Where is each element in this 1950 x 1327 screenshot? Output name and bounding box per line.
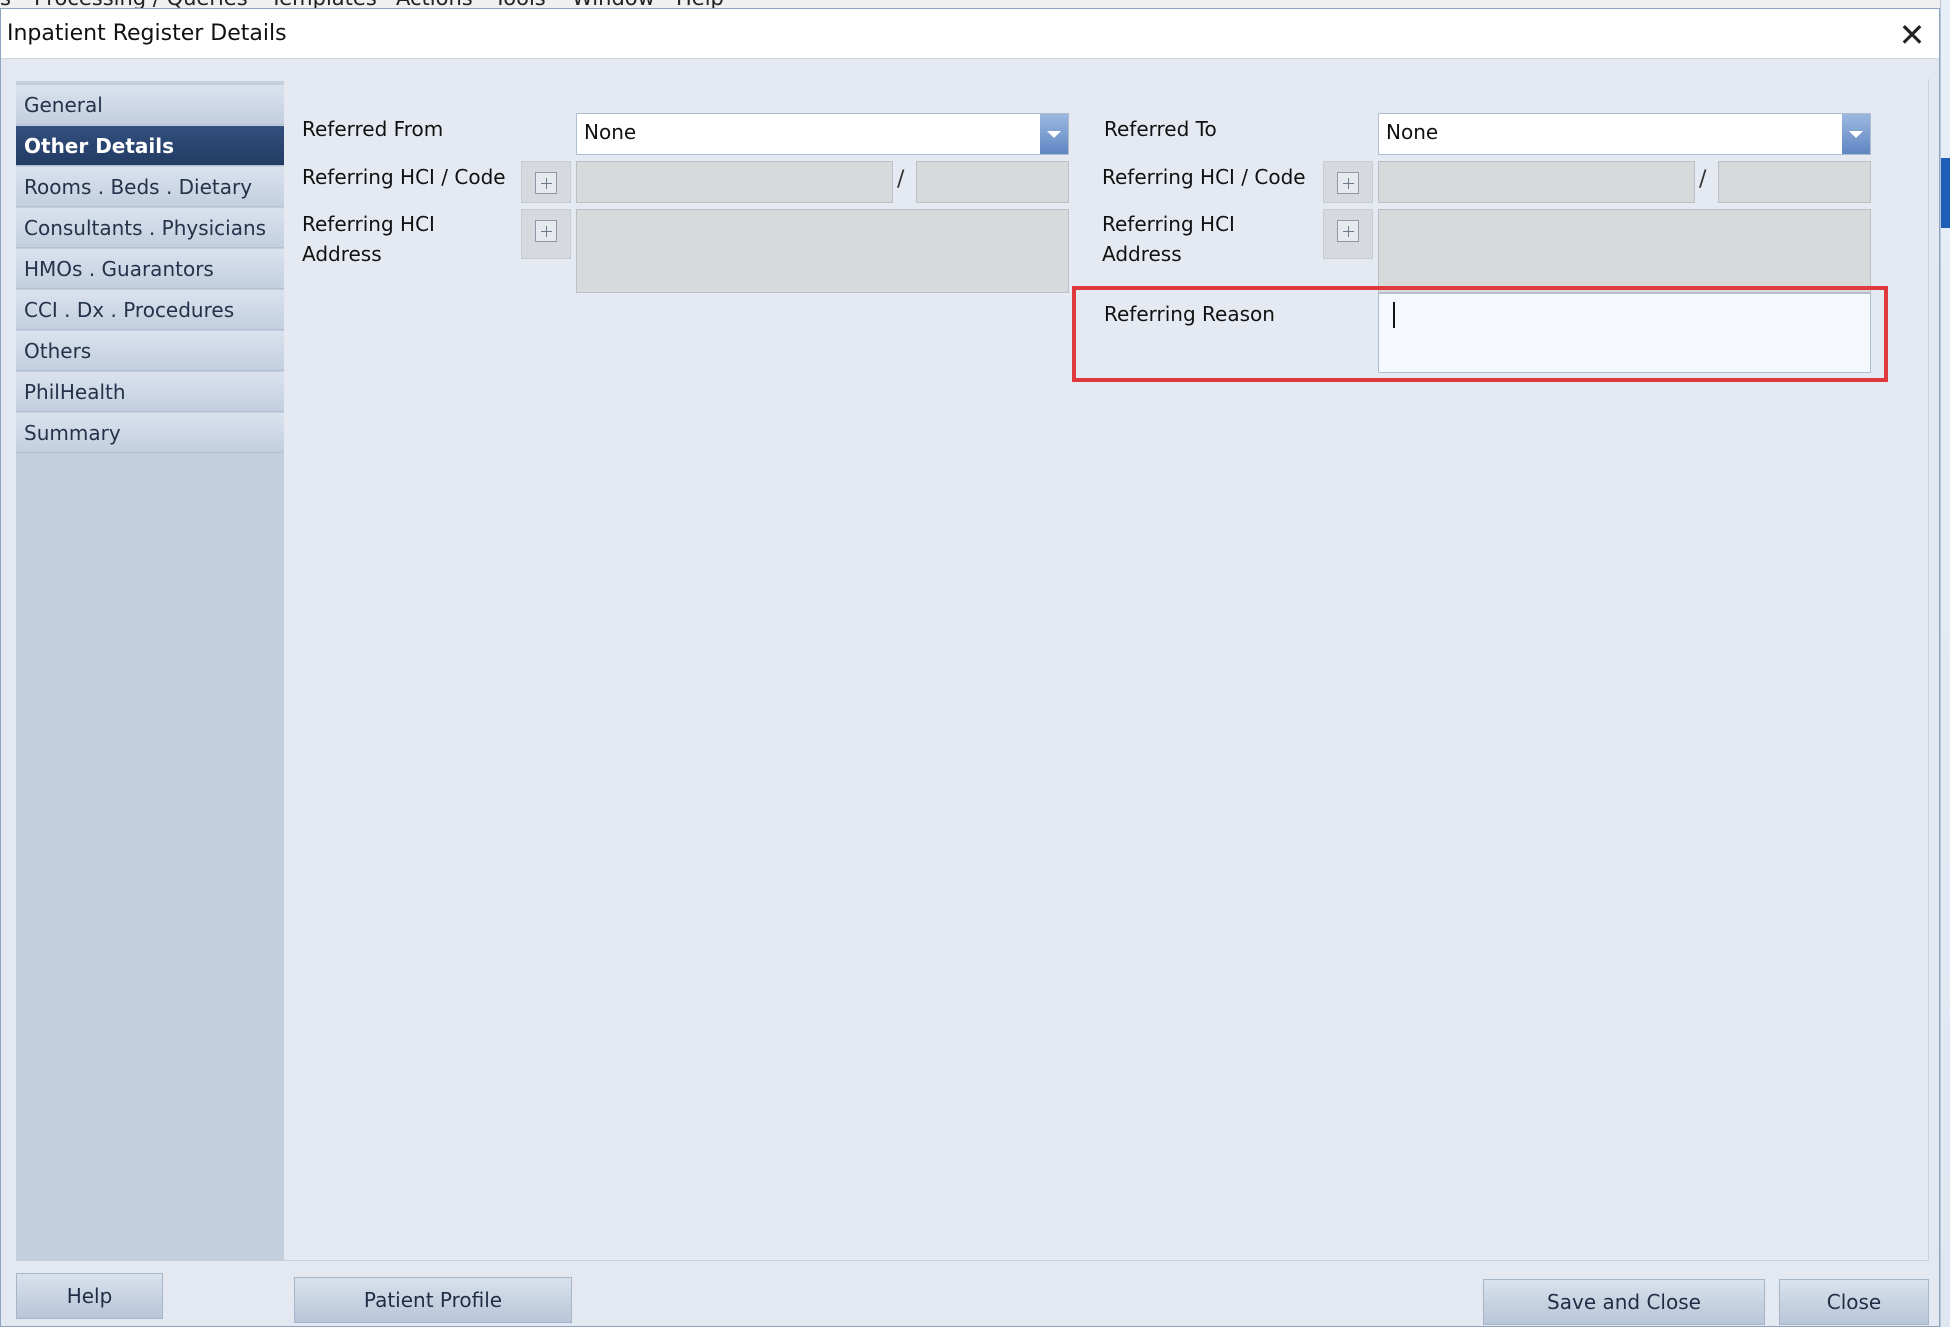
chevron-down-icon[interactable]: [1040, 114, 1068, 154]
plus-icon: [1337, 172, 1359, 194]
sidebar-item-cci-dx-procedures[interactable]: CCI . Dx . Procedures: [16, 290, 284, 330]
dialog-titlebar: Inpatient Register Details ✕: [1, 9, 1939, 59]
sidebar-item-consultants-physicians[interactable]: Consultants . Physicians: [16, 208, 284, 248]
referring-hci-code-field: [916, 161, 1069, 203]
hci-code-separator-right: /: [1699, 167, 1707, 192]
referring-hci-address-label-line2: Address: [302, 242, 382, 266]
sidebar-nav: General Other Details Rooms . Beds . Die…: [16, 81, 284, 1261]
referring-hci-address-label-right-line2: Address: [1102, 242, 1182, 266]
sidebar-item-rooms-beds-dietary[interactable]: Rooms . Beds . Dietary: [16, 167, 284, 207]
sidebar-item-hmos-guarantors[interactable]: HMOs . Guarantors: [16, 249, 284, 289]
referring-hci-field-right: [1378, 161, 1695, 203]
referring-hci-address-add-button[interactable]: [521, 209, 571, 259]
referred-from-combo[interactable]: None: [576, 113, 1069, 155]
referring-reason-input[interactable]: [1378, 293, 1871, 373]
plus-icon: [1337, 220, 1359, 242]
other-details-panel: Referred From None Referring HCI / Code …: [284, 79, 1929, 1261]
referring-reason-label: Referring Reason: [1104, 302, 1275, 326]
patient-profile-button[interactable]: Patient Profile: [294, 1277, 572, 1323]
referred-to-label: Referred To: [1104, 117, 1217, 141]
dialog-title: Inpatient Register Details: [7, 21, 287, 46]
close-icon[interactable]: ✕: [1894, 16, 1930, 54]
referring-hci-code-add-button-right[interactable]: [1323, 161, 1373, 203]
save-and-close-button[interactable]: Save and Close: [1483, 1279, 1765, 1325]
background-app-edge: [1940, 0, 1950, 1327]
referring-hci-code-label-right: Referring HCI / Code: [1102, 165, 1306, 189]
referred-from-label: Referred From: [302, 117, 444, 141]
sidebar-item-philhealth[interactable]: PhilHealth: [16, 372, 284, 412]
referring-hci-code-label: Referring HCI / Code: [302, 165, 506, 189]
referring-hci-address-field: [576, 209, 1069, 293]
referring-hci-address-label-line1: Referring HCI: [302, 212, 435, 236]
hci-code-separator: /: [897, 167, 905, 192]
referring-hci-address-label-right-line1: Referring HCI: [1102, 212, 1235, 236]
referring-hci-address-field-right: [1378, 209, 1871, 293]
close-button[interactable]: Close: [1779, 1279, 1929, 1325]
help-button[interactable]: Help: [16, 1273, 163, 1319]
background-selection-mark: [1941, 158, 1950, 228]
sidebar-item-general[interactable]: General: [16, 85, 284, 125]
chevron-down-icon[interactable]: [1842, 114, 1870, 154]
text-caret: [1393, 302, 1395, 328]
inpatient-register-dialog: Inpatient Register Details ✕ General Oth…: [0, 8, 1940, 1327]
referring-hci-field: [576, 161, 893, 203]
plus-icon: [535, 220, 557, 242]
sidebar-item-summary[interactable]: Summary: [16, 413, 284, 453]
referred-from-value: None: [584, 120, 637, 144]
sidebar-item-other-details[interactable]: Other Details: [16, 126, 284, 166]
referring-hci-code-add-button[interactable]: [521, 161, 571, 203]
referred-to-combo[interactable]: None: [1378, 113, 1871, 155]
referring-hci-address-add-button-right[interactable]: [1323, 209, 1373, 259]
plus-icon: [535, 172, 557, 194]
sidebar-item-others[interactable]: Others: [16, 331, 284, 371]
referred-to-value: None: [1386, 120, 1439, 144]
referring-hci-code-field-right: [1718, 161, 1871, 203]
